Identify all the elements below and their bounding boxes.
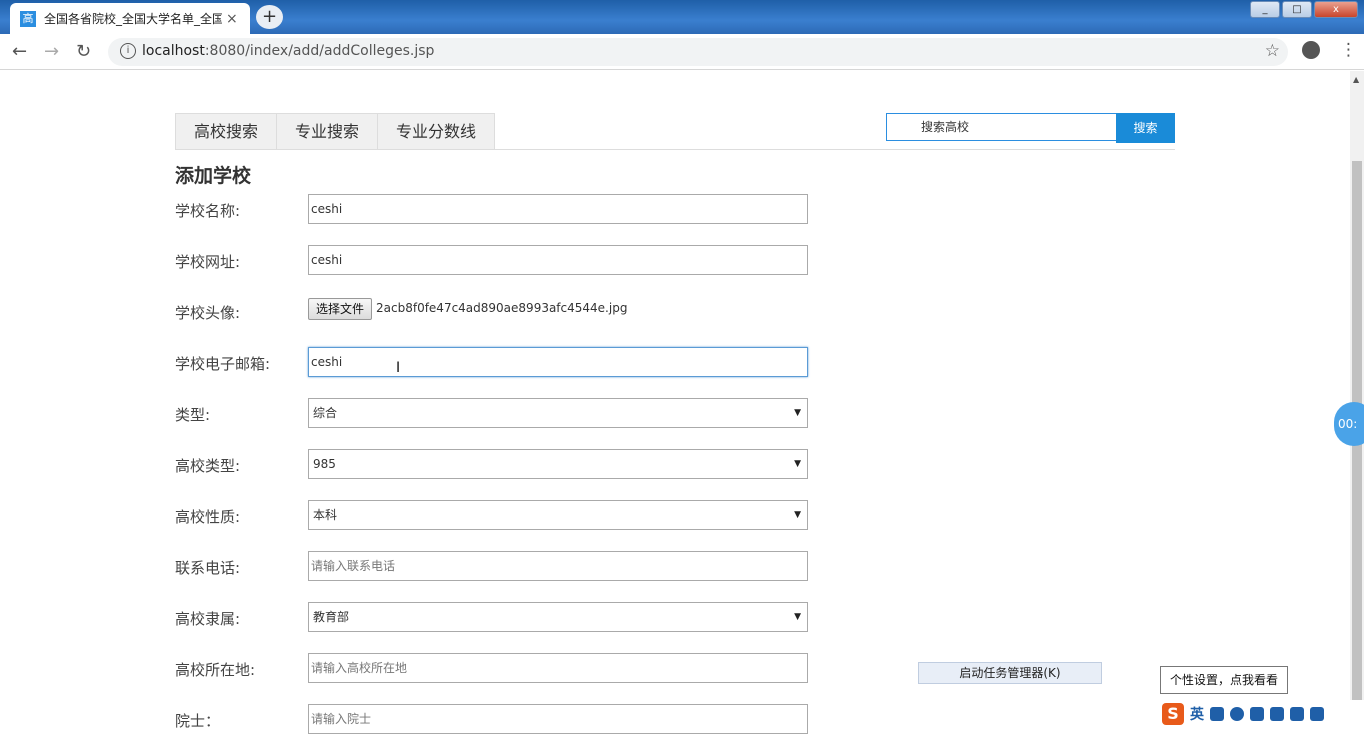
search-input[interactable]: [886, 113, 1118, 141]
keyboard-icon[interactable]: [1270, 707, 1284, 721]
row-level: 高校类型: 985 ▼: [175, 449, 815, 479]
account-icon[interactable]: [1302, 41, 1320, 59]
page-scrollbar[interactable]: ▲: [1350, 71, 1364, 728]
close-icon[interactable]: ×: [226, 11, 238, 27]
browser-tab[interactable]: 高 全国各省院校_全国大学名单_全国 ×: [10, 3, 250, 34]
browser-titlebar: 高 全国各省院校_全国大学名单_全国 × + _ □ x: [0, 0, 1364, 34]
scroll-up-icon[interactable]: ▲: [1353, 75, 1359, 84]
ime-language-toggle[interactable]: 英: [1190, 704, 1204, 724]
row-email: 学校电子邮箱: ceshi: [175, 347, 815, 377]
name-label: 学校名称:: [175, 202, 241, 220]
back-arrow-icon[interactable]: ←: [12, 41, 27, 62]
row-url: 学校网址: ceshi: [175, 245, 815, 275]
row-academician: 院士： 请输入院士: [175, 704, 815, 734]
browser-toolbar: ← → ↻ i localhost:8080/index/add/addColl…: [0, 34, 1364, 70]
url-label: 学校网址:: [175, 253, 241, 271]
type-label: 类型:: [175, 406, 211, 424]
info-icon[interactable]: i: [120, 43, 136, 59]
search-button[interactable]: 搜索: [1116, 113, 1175, 143]
row-nature: 高校性质: 本科 ▼: [175, 500, 815, 530]
tab-major-search[interactable]: 专业搜索: [276, 113, 378, 150]
row-name: 学校名称: ceshi: [175, 194, 815, 224]
chevron-down-icon: ▼: [794, 459, 801, 469]
row-phone: 联系电话: 请输入联系电话: [175, 551, 815, 581]
url-input[interactable]: ceshi: [308, 245, 808, 275]
task-manager-button[interactable]: 启动任务管理器(K): [918, 662, 1102, 684]
tab-title: 全国各省院校_全国大学名单_全国: [44, 12, 222, 26]
page-title: 添加学校: [175, 165, 252, 187]
address-bar[interactable]: i localhost:8080/index/add/addColleges.j…: [108, 38, 1288, 66]
divider: [175, 149, 1175, 150]
sogou-logo-icon[interactable]: S: [1162, 703, 1184, 725]
row-affiliation: 高校隶属: 教育部 ▼: [175, 602, 815, 632]
affiliation-select[interactable]: 教育部 ▼: [308, 602, 808, 632]
phone-label: 联系电话:: [175, 559, 241, 577]
nature-select[interactable]: 本科 ▼: [308, 500, 808, 530]
page-nav: 高校搜索 专业搜索 专业分数线: [175, 113, 496, 150]
new-tab-button[interactable]: +: [256, 5, 283, 29]
star-icon[interactable]: ☆: [1265, 41, 1280, 61]
menu-icon[interactable]: ⋮: [1340, 40, 1357, 60]
emoji-icon[interactable]: [1230, 707, 1244, 721]
type-select[interactable]: 综合 ▼: [308, 398, 808, 428]
nature-label: 高校性质:: [175, 508, 241, 526]
tab-college-search[interactable]: 高校搜索: [175, 113, 277, 150]
reload-icon[interactable]: ↻: [76, 41, 91, 62]
name-input[interactable]: ceshi: [308, 194, 808, 224]
level-select[interactable]: 985 ▼: [308, 449, 808, 479]
microphone-icon[interactable]: [1250, 707, 1264, 721]
level-label: 高校类型:: [175, 457, 241, 475]
row-avatar: 学校头像: 选择文件 2acb8f0fe47c4ad890ae8993afc45…: [175, 296, 815, 326]
chevron-down-icon: ▼: [794, 510, 801, 520]
minimize-icon[interactable]: _: [1250, 1, 1280, 18]
email-input[interactable]: ceshi: [308, 347, 808, 377]
affiliation-label: 高校隶属:: [175, 610, 241, 628]
window-controls: _ □ x: [1250, 1, 1358, 18]
text-cursor-icon: I: [396, 360, 401, 376]
favicon-icon: 高: [20, 10, 36, 27]
choose-file-button[interactable]: 选择文件: [308, 298, 372, 320]
chevron-down-icon: ▼: [794, 612, 801, 622]
row-type: 类型: 综合 ▼: [175, 398, 815, 428]
row-location: 高校所在地: 请输入高校所在地: [175, 653, 815, 683]
forward-arrow-icon[interactable]: →: [44, 41, 59, 62]
ime-tooltip: 个性设置，点我看看: [1160, 666, 1288, 694]
recording-timer[interactable]: 00:: [1334, 402, 1364, 446]
phone-input[interactable]: 请输入联系电话: [308, 551, 808, 581]
skin-icon[interactable]: [1290, 707, 1304, 721]
maximize-icon[interactable]: □: [1282, 1, 1312, 18]
location-input[interactable]: 请输入高校所在地: [308, 653, 808, 683]
ime-toolbar: S 英: [1158, 700, 1364, 728]
punctuation-icon[interactable]: [1210, 707, 1224, 721]
chevron-down-icon: ▼: [794, 408, 801, 418]
file-name: 2acb8f0fe47c4ad890ae8993afc4544e.jpg: [376, 301, 628, 315]
tab-major-score[interactable]: 专业分数线: [377, 113, 496, 150]
academician-input[interactable]: 请输入院士: [308, 704, 808, 734]
toolbox-icon[interactable]: [1310, 707, 1324, 721]
location-label: 高校所在地:: [175, 661, 256, 679]
window-close-icon[interactable]: x: [1314, 1, 1358, 18]
url-text: localhost:8080/index/add/addColleges.jsp: [142, 43, 435, 59]
email-label: 学校电子邮箱:: [175, 355, 271, 373]
avatar-label: 学校头像:: [175, 304, 241, 322]
